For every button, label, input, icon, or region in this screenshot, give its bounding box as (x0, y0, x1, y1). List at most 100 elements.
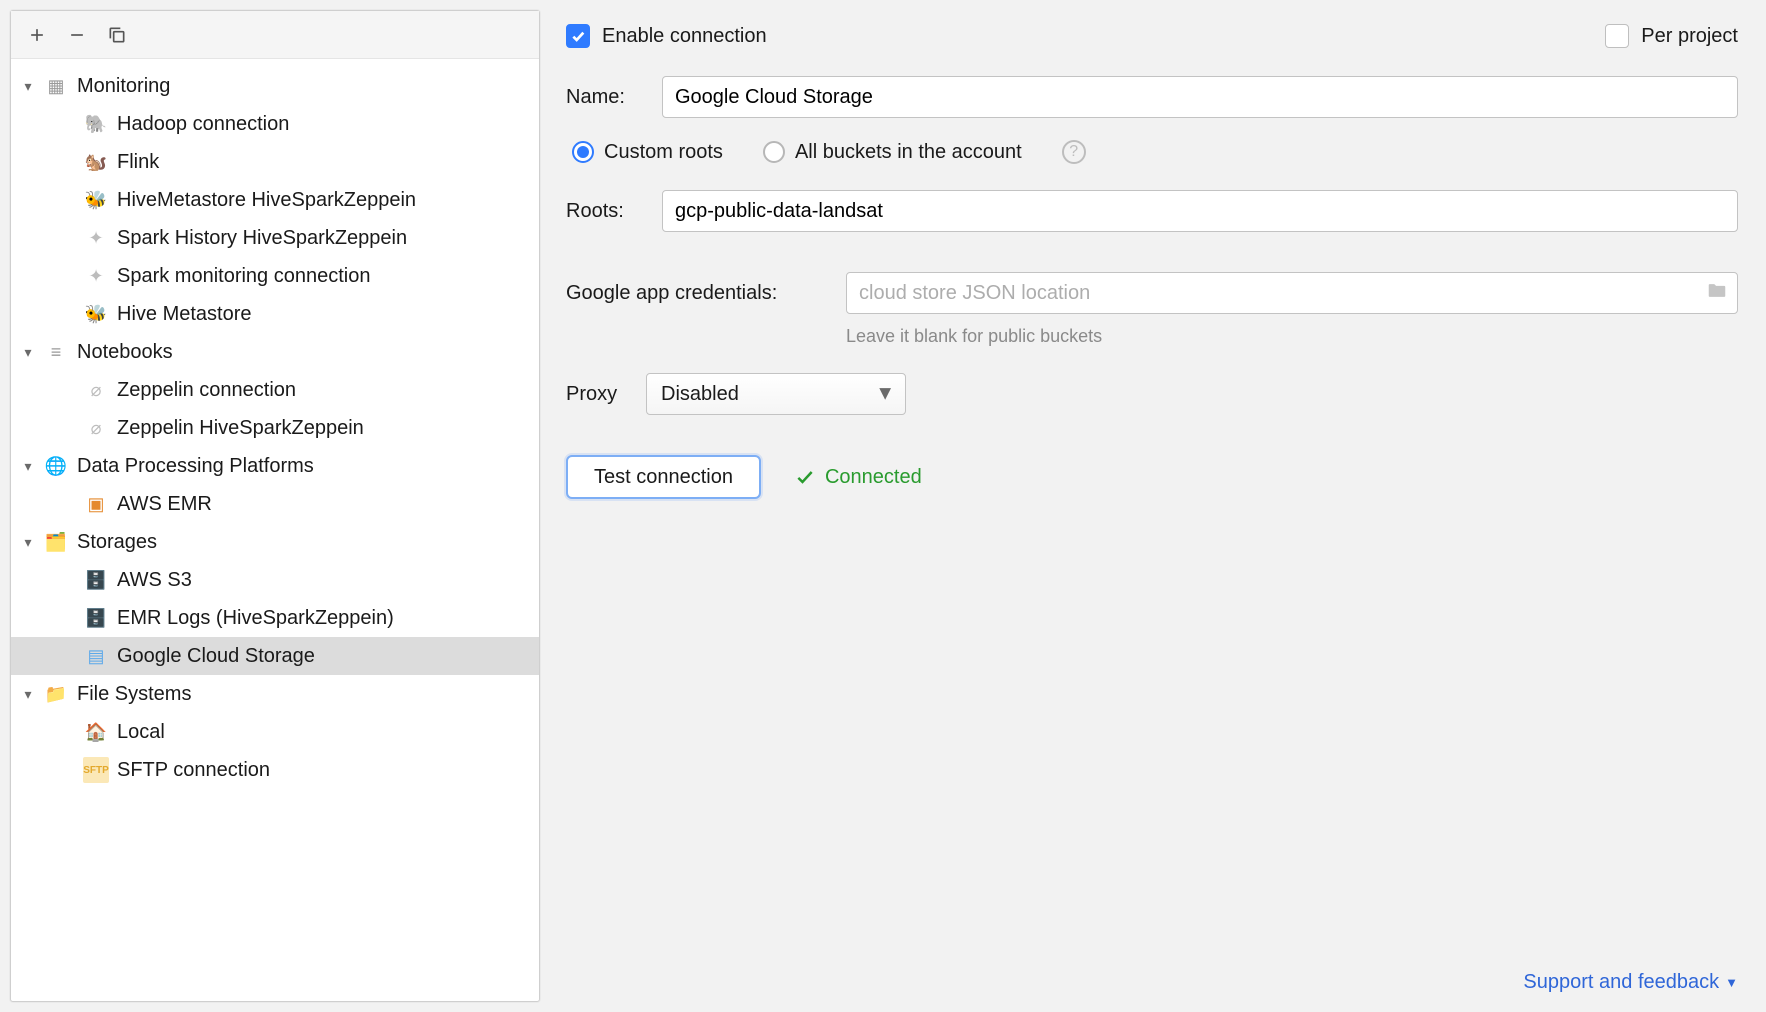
copy-icon (107, 25, 127, 45)
custom-roots-label: Custom roots (604, 141, 723, 164)
tree-item-label: EMR Logs (HiveSparkZeppein) (117, 607, 394, 630)
spark-star-icon: ✦ (83, 263, 109, 289)
tree-item-zeppelin-1[interactable]: ⌀ Zeppelin connection (11, 371, 539, 409)
tree-item-label: HiveMetastore HiveSparkZeppein (117, 189, 416, 212)
tree-item-emr-logs[interactable]: 🗄️ EMR Logs (HiveSparkZeppein) (11, 599, 539, 637)
tree-item-spark-history[interactable]: ✦ Spark History HiveSparkZeppein (11, 219, 539, 257)
gcs-icon: ▤ (83, 643, 109, 669)
tree-item-hivemetastore-2[interactable]: 🐝 Hive Metastore (11, 295, 539, 333)
chevron-down-icon: ▾ (19, 533, 37, 551)
enable-connection-label: Enable connection (602, 25, 767, 48)
tree-item-label: Hadoop connection (117, 113, 289, 136)
tree-item-label: Zeppelin HiveSparkZeppein (117, 417, 364, 440)
tree-item-label: Flink (117, 151, 159, 174)
credentials-hint: Leave it blank for public buckets (846, 326, 1738, 347)
remove-button[interactable] (59, 17, 95, 53)
flink-icon: 🐿️ (83, 149, 109, 175)
hive-bee-icon: 🐝 (83, 187, 109, 213)
tree-item-label: Google Cloud Storage (117, 645, 315, 668)
per-project-checkbox[interactable]: Per project (1605, 24, 1738, 48)
aws-s3-icon: 🗄️ (83, 605, 109, 631)
tree-item-sftp[interactable]: SFTP SFTP connection (11, 751, 539, 789)
aws-s3-icon: 🗄️ (83, 567, 109, 593)
tree-item-label: Spark monitoring connection (117, 265, 370, 288)
roots-input[interactable] (662, 190, 1738, 232)
tree-group-notebooks[interactable]: ▾ ≡ Notebooks (11, 333, 539, 371)
tree-group-label: File Systems (77, 683, 191, 706)
home-icon: 🏠 (83, 719, 109, 745)
test-connection-label: Test connection (594, 466, 733, 489)
tree-item-label: Hive Metastore (117, 303, 252, 326)
proxy-select[interactable]: Disabled ▼ (646, 373, 906, 415)
minus-icon (67, 25, 87, 45)
help-icon[interactable]: ? (1062, 140, 1086, 164)
enable-connection-checkbox[interactable]: Enable connection (566, 24, 767, 48)
connection-status: Connected (795, 466, 922, 489)
checkmark-icon (795, 467, 815, 487)
tree-item-zeppelin-2[interactable]: ⌀ Zeppelin HiveSparkZeppein (11, 409, 539, 447)
all-buckets-radio[interactable]: All buckets in the account (763, 141, 1022, 164)
spark-star-icon: ✦ (83, 225, 109, 251)
sidebar-toolbar (11, 11, 539, 59)
plus-icon (27, 25, 47, 45)
chevron-down-icon: ▾ (19, 343, 37, 361)
custom-roots-radio[interactable]: Custom roots (572, 141, 723, 164)
zeppelin-icon: ⌀ (83, 415, 109, 441)
tree-group-platforms[interactable]: ▾ 🌐 Data Processing Platforms (11, 447, 539, 485)
tree-item-label: Local (117, 721, 165, 744)
support-and-feedback-link[interactable]: Support and feedback ▼ (1523, 971, 1738, 994)
zeppelin-icon: ⌀ (83, 377, 109, 403)
tree-item-spark-monitoring[interactable]: ✦ Spark monitoring connection (11, 257, 539, 295)
chevron-down-icon: ▾ (19, 457, 37, 475)
tree-item-label: AWS EMR (117, 493, 212, 516)
tree-item-label: SFTP connection (117, 759, 270, 782)
checkbox-unchecked-icon (1605, 24, 1629, 48)
all-buckets-label: All buckets in the account (795, 141, 1022, 164)
tree-group-storages[interactable]: ▾ 🗂️ Storages (11, 523, 539, 561)
browse-folder-icon[interactable] (1706, 280, 1728, 307)
globe-icon: 🌐 (43, 453, 69, 479)
copy-button[interactable] (99, 17, 135, 53)
tree-item-flink[interactable]: 🐿️ Flink (11, 143, 539, 181)
radio-selected-icon (572, 141, 594, 163)
test-connection-button[interactable]: Test connection (566, 455, 761, 499)
tree-group-label: Monitoring (77, 75, 170, 98)
sftp-icon: SFTP (83, 757, 109, 783)
tree-group-label: Storages (77, 531, 157, 554)
credentials-input[interactable] (846, 272, 1738, 314)
add-button[interactable] (19, 17, 55, 53)
chevron-down-icon: ▾ (19, 77, 37, 95)
tree-item-aws-s3[interactable]: 🗄️ AWS S3 (11, 561, 539, 599)
name-label: Name: (566, 86, 662, 109)
tree-item-aws-emr[interactable]: ▣ AWS EMR (11, 485, 539, 523)
connection-tree[interactable]: ▾ ▦ Monitoring 🐘 Hadoop connection 🐿️ Fl… (11, 59, 539, 1001)
tree-group-label: Notebooks (77, 341, 173, 364)
main-panel: Enable connection Per project Name: Cust… (540, 10, 1756, 1002)
hive-bee-icon: 🐝 (83, 301, 109, 327)
roots-label: Roots: (566, 200, 662, 223)
folder-icon: 📁 (43, 681, 69, 707)
aws-emr-icon: ▣ (83, 491, 109, 517)
tree-group-label: Data Processing Platforms (77, 455, 314, 478)
proxy-label: Proxy (566, 383, 646, 406)
tree-item-label: AWS S3 (117, 569, 192, 592)
radio-unselected-icon (763, 141, 785, 163)
credentials-label: Google app credentials: (566, 282, 846, 305)
tree-group-monitoring[interactable]: ▾ ▦ Monitoring (11, 67, 539, 105)
support-link-label: Support and feedback (1523, 971, 1719, 994)
tree-item-hivemetastore-1[interactable]: 🐝 HiveMetastore HiveSparkZeppein (11, 181, 539, 219)
storage-folder-icon: 🗂️ (43, 529, 69, 555)
checkbox-checked-icon (566, 24, 590, 48)
name-input[interactable] (662, 76, 1738, 118)
tree-item-gcs[interactable]: ▤ Google Cloud Storage (11, 637, 539, 675)
tree-item-hadoop[interactable]: 🐘 Hadoop connection (11, 105, 539, 143)
notebook-icon: ≡ (43, 339, 69, 365)
tree-item-label: Zeppelin connection (117, 379, 296, 402)
chevron-down-icon: ▼ (875, 383, 895, 406)
connection-status-text: Connected (825, 466, 922, 489)
sidebar: ▾ ▦ Monitoring 🐘 Hadoop connection 🐿️ Fl… (10, 10, 540, 1002)
tree-group-filesystems[interactable]: ▾ 📁 File Systems (11, 675, 539, 713)
tree-item-label: Spark History HiveSparkZeppein (117, 227, 407, 250)
tree-item-local[interactable]: 🏠 Local (11, 713, 539, 751)
per-project-label: Per project (1641, 25, 1738, 48)
